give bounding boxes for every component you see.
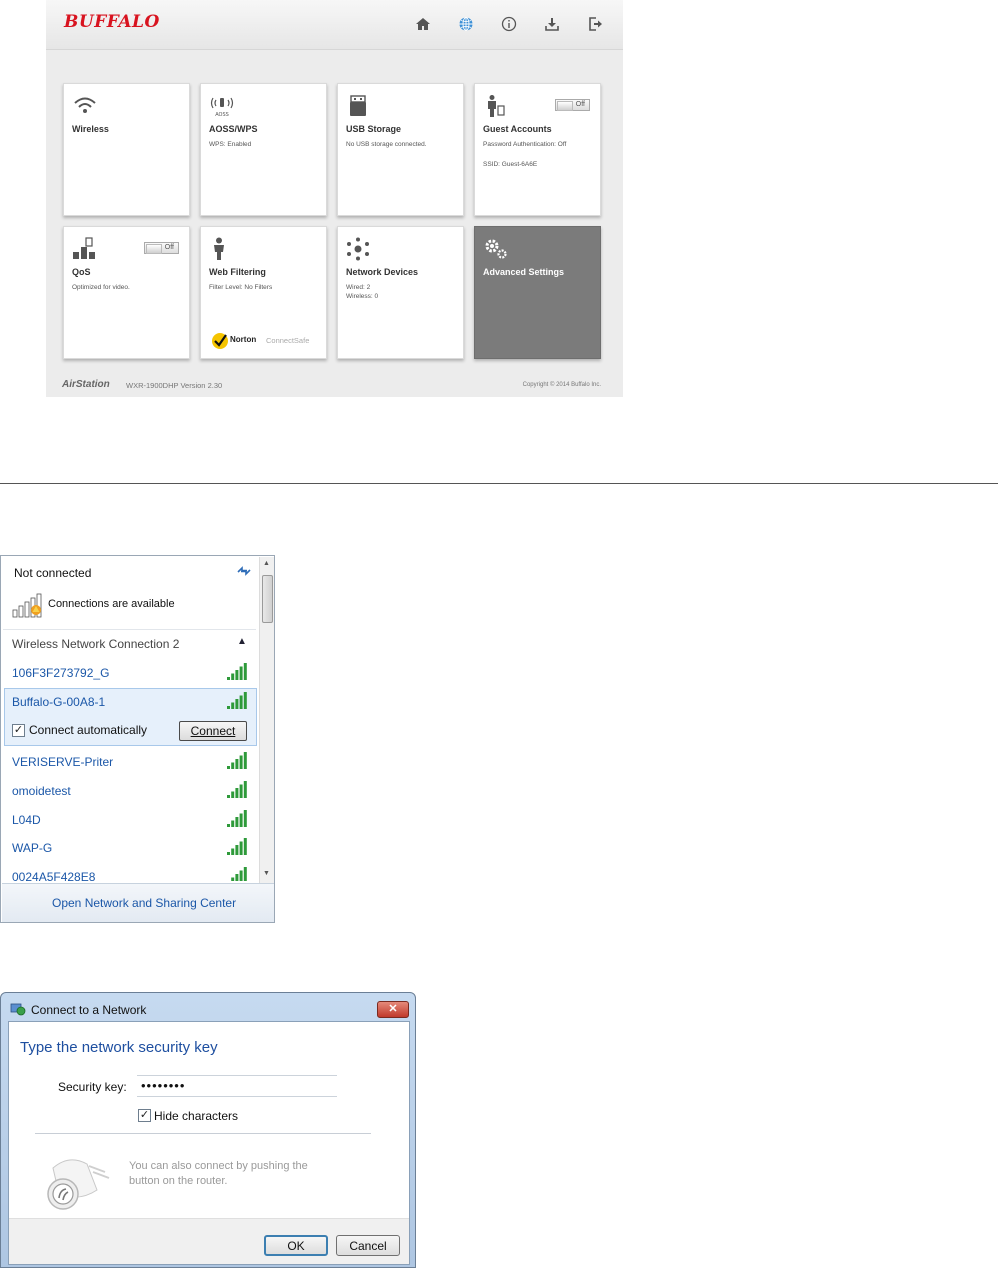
wifi-icon bbox=[72, 94, 98, 118]
tile-title: AOSS/WPS bbox=[209, 124, 258, 134]
copyright: Copyright © 2014 Buffalo Inc. bbox=[522, 382, 601, 388]
tile-status: No USB storage connected. bbox=[346, 141, 427, 148]
network-item[interactable]: VERISERVE-Priter bbox=[12, 755, 113, 769]
connections-available-label: Connections are available bbox=[48, 598, 175, 610]
network-item[interactable]: WAP-G bbox=[12, 841, 52, 855]
section-divider bbox=[0, 483, 998, 484]
router-top-bar: BUFFALO bbox=[46, 0, 623, 50]
router-home-screen: BUFFALO Wireless AOSS AOSS/WPS WPS: Enab… bbox=[46, 0, 623, 397]
guest-icon bbox=[483, 94, 509, 118]
cancel-button[interactable]: Cancel bbox=[336, 1235, 400, 1256]
tile-title: Web Filtering bbox=[209, 267, 266, 277]
tile-status: Wireless: 0 bbox=[346, 293, 379, 300]
tile-title: Guest Accounts bbox=[483, 124, 552, 134]
info-icon[interactable] bbox=[499, 14, 519, 34]
scroll-down-icon[interactable]: ▼ bbox=[263, 870, 270, 877]
model-version: WXR-1900DHP Version 2.30 bbox=[126, 381, 223, 390]
tile-aoss-wps[interactable]: AOSS AOSS/WPS WPS: Enabled bbox=[200, 83, 327, 216]
signal-strength-icon bbox=[225, 867, 249, 881]
tile-status: SSID: Guest-6A6E bbox=[483, 161, 538, 168]
tile-usb-storage[interactable]: USB Storage No USB storage connected. bbox=[337, 83, 464, 216]
tile-status: Optimized for video. bbox=[72, 284, 130, 291]
tile-web-filtering[interactable]: Web Filtering Filter Level: No Filters N… bbox=[200, 226, 327, 359]
separator bbox=[35, 1133, 371, 1134]
tile-title: QoS bbox=[72, 267, 91, 277]
close-button[interactable]: ✕ bbox=[377, 1001, 409, 1018]
network-globe-icon bbox=[10, 1002, 26, 1016]
signal-strength-icon bbox=[225, 692, 249, 710]
ok-button[interactable]: OK bbox=[264, 1235, 328, 1256]
airstation-brand: AirStation bbox=[62, 379, 110, 390]
buffalo-logo: BUFFALO bbox=[64, 12, 160, 32]
tile-status: WPS: Enabled bbox=[209, 141, 252, 148]
globe-icon[interactable] bbox=[456, 14, 476, 34]
qos-toggle[interactable]: Off bbox=[144, 242, 179, 254]
connections-available-icon bbox=[12, 592, 46, 618]
tile-title: Network Devices bbox=[346, 267, 419, 277]
security-key-label: Security key: bbox=[58, 1080, 127, 1094]
tile-title: USB Storage bbox=[346, 124, 402, 134]
router-footer: AirStation WXR-1900DHP Version 2.30 Copy… bbox=[46, 376, 623, 397]
connect-automatically-checkbox[interactable]: ✓ bbox=[12, 724, 25, 737]
refresh-icon[interactable] bbox=[235, 563, 253, 579]
connection-status: Not connected bbox=[14, 566, 92, 580]
collapse-caret-icon[interactable]: ▲ bbox=[237, 636, 247, 647]
home-icon[interactable] bbox=[413, 14, 433, 34]
dialog-client-area: Type the network security key Security k… bbox=[8, 1021, 410, 1265]
norton-connectsafe-logo: Norton ConnectSafe bbox=[211, 332, 321, 350]
tile-advanced-settings[interactable]: Advanced Settings bbox=[474, 226, 601, 359]
separator bbox=[3, 629, 256, 630]
usb-icon bbox=[346, 94, 372, 118]
download-icon[interactable] bbox=[542, 14, 562, 34]
flyout-footer: Open Network and Sharing Center bbox=[2, 883, 274, 922]
connect-to-network-dialog: Connect to a Network ✕ Type the network … bbox=[0, 992, 416, 1268]
tile-network-devices[interactable]: Network Devices Wired: 2 Wireless: 0 bbox=[337, 226, 464, 359]
logout-icon[interactable] bbox=[585, 14, 605, 34]
signal-strength-icon bbox=[225, 781, 249, 799]
connectsafe-label: ConnectSafe bbox=[266, 336, 310, 345]
adapter-group-label: Wireless Network Connection 2 bbox=[12, 637, 180, 651]
tile-title: Advanced Settings bbox=[483, 267, 565, 277]
signal-strength-icon bbox=[225, 752, 249, 770]
signal-strength-icon bbox=[225, 810, 249, 828]
tile-title: Wireless bbox=[72, 124, 109, 134]
wps-button-icon bbox=[39, 1150, 119, 1212]
tile-status: Wired: 2 bbox=[346, 284, 371, 291]
wireless-network-flyout: Not connected Connections are available … bbox=[0, 555, 275, 923]
hide-characters-label: Hide characters bbox=[154, 1109, 239, 1123]
tile-qos[interactable]: Off QoS Optimized for video. bbox=[63, 226, 190, 359]
network-icon bbox=[346, 237, 372, 261]
tile-guest-accounts[interactable]: Off Guest Accounts Password Authenticati… bbox=[474, 83, 601, 216]
person-icon bbox=[209, 237, 235, 261]
norton-check-icon bbox=[212, 333, 228, 349]
gears-icon bbox=[483, 237, 509, 261]
security-key-input[interactable]: •••••••• bbox=[137, 1075, 337, 1097]
connect-button[interactable]: Connect bbox=[179, 721, 247, 741]
scrollbar[interactable]: ▲ ▼ bbox=[259, 557, 274, 883]
signal-strength-icon bbox=[225, 838, 249, 856]
scroll-thumb[interactable] bbox=[262, 575, 273, 623]
dialog-heading: Type the network security key bbox=[20, 1039, 218, 1056]
norton-label: Norton bbox=[230, 335, 257, 344]
network-item[interactable]: 0024A5F428E8 bbox=[12, 870, 95, 884]
wps-hint-text: You can also connect by pushing the butt… bbox=[129, 1160, 308, 1187]
tile-wireless[interactable]: Wireless bbox=[63, 83, 190, 216]
hide-characters-checkbox[interactable]: ✓ bbox=[138, 1109, 151, 1122]
signal-strength-icon bbox=[225, 663, 249, 681]
tile-status: Filter Level: No Filters bbox=[209, 284, 273, 291]
dialog-title: Connect to a Network bbox=[31, 1003, 147, 1017]
aoss-icon-label: AOSS bbox=[215, 112, 229, 118]
network-item[interactable]: 106F3F273792_G bbox=[12, 666, 109, 680]
network-item[interactable]: omoidetest bbox=[12, 784, 71, 798]
connect-automatically-label: Connect automatically bbox=[29, 723, 148, 737]
scroll-up-icon[interactable]: ▲ bbox=[263, 560, 270, 567]
tile-status: Password Authentication: Off bbox=[483, 141, 567, 148]
network-item[interactable]: L04D bbox=[12, 813, 41, 827]
open-network-sharing-center-link[interactable]: Open Network and Sharing Center bbox=[52, 896, 236, 910]
aoss-icon: AOSS bbox=[209, 94, 235, 118]
guest-toggle[interactable]: Off bbox=[555, 99, 590, 111]
dialog-button-bar: OK Cancel bbox=[9, 1218, 409, 1264]
network-item-selected[interactable]: Buffalo-G-00A8-1 bbox=[12, 695, 105, 709]
qos-icon bbox=[72, 237, 98, 261]
